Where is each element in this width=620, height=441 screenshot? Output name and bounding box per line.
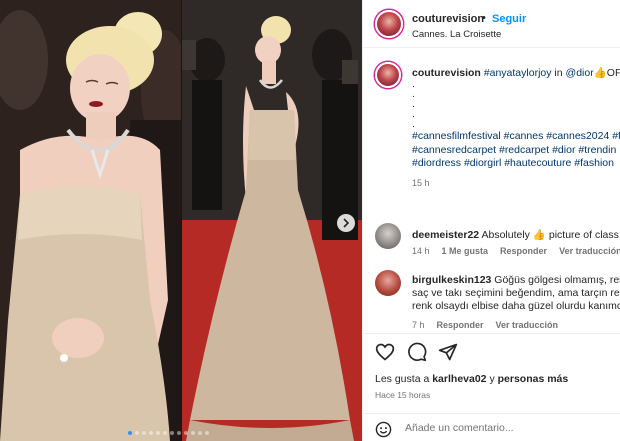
carousel-dot bbox=[170, 431, 174, 435]
caption-username[interactable]: couturevision bbox=[412, 67, 481, 79]
caption-first-line: couturevision #anyataylorjoy in @dior👍OF bbox=[412, 67, 620, 80]
carousel-dot bbox=[163, 431, 167, 435]
chevron-right-icon bbox=[343, 218, 350, 228]
caption-dot-line: . bbox=[412, 98, 415, 110]
author-username[interactable]: couturevision bbox=[412, 13, 484, 25]
comment-text: picture of class bbox=[548, 229, 619, 241]
photo-close-up bbox=[0, 0, 181, 441]
carousel-dot bbox=[191, 431, 195, 435]
carousel-dot bbox=[135, 431, 139, 435]
commenter-avatar[interactable] bbox=[375, 223, 401, 249]
post-location[interactable]: Cannes. La Croisette bbox=[412, 29, 501, 40]
comment-icon[interactable] bbox=[407, 342, 427, 362]
carousel-dot bbox=[142, 431, 146, 435]
next-photo-button[interactable] bbox=[337, 214, 355, 232]
caption-in-text: in bbox=[554, 67, 563, 79]
separator-dot: • bbox=[482, 12, 486, 24]
reply-button[interactable]: Responder bbox=[500, 246, 547, 256]
comment-username[interactable]: birgulkeskin123 bbox=[412, 274, 491, 286]
carousel-dot bbox=[184, 431, 188, 435]
comment-meta: 7 h Responder Ver traducción bbox=[412, 320, 558, 330]
likes-conj: y bbox=[489, 373, 495, 385]
post-actions: Les gusta a karlheva02 y personas más Ha… bbox=[363, 333, 620, 403]
likes-summary: Les gusta a karlheva02 y personas más bbox=[375, 373, 568, 385]
likes-prefix: Les gusta a bbox=[375, 373, 430, 385]
photo-full-length bbox=[182, 0, 362, 441]
comment-age: 7 h bbox=[412, 320, 425, 330]
others-link[interactable]: personas más bbox=[498, 373, 569, 385]
heart-icon[interactable] bbox=[375, 342, 395, 362]
comment-username[interactable]: deemeister22 bbox=[412, 229, 479, 241]
caption-dot-line: . bbox=[412, 118, 415, 130]
emoji-icon[interactable] bbox=[375, 421, 392, 438]
red-carpet-scene bbox=[182, 0, 362, 441]
carousel-dot bbox=[149, 431, 153, 435]
comments-section[interactable]: couturevision #anyataylorjoy in @dior👍OF… bbox=[363, 48, 620, 333]
carousel-dot bbox=[177, 431, 181, 435]
caption-trailing-text: OF bbox=[606, 67, 620, 79]
caption-mention[interactable]: #anyataylorjoy bbox=[484, 67, 552, 79]
comment-text: saç ve takı seçimini beğendim, ama tarçı… bbox=[412, 287, 620, 299]
close-up-scene bbox=[0, 0, 181, 441]
hashtags-line[interactable]: #cannesredcarpet #redcarpet #dior #trend… bbox=[412, 144, 620, 158]
comment-age: 14 h bbox=[412, 246, 430, 256]
liker-username[interactable]: karlheva02 bbox=[432, 373, 486, 385]
caption-dot-line: . bbox=[412, 78, 415, 90]
add-comment-bar bbox=[363, 413, 620, 441]
comment-likes[interactable]: 1 Me gusta bbox=[442, 246, 489, 256]
reply-button[interactable]: Responder bbox=[437, 320, 484, 330]
caption-hashtags: #cannesfilmfestival #cannes #cannes2024 … bbox=[412, 130, 620, 171]
post-time: Hace 15 horas bbox=[375, 390, 431, 400]
translate-button[interactable]: Ver traducción bbox=[559, 246, 620, 256]
post-media[interactable] bbox=[0, 0, 362, 441]
comment-input[interactable] bbox=[405, 419, 605, 437]
post-side-panel: couturevision • Seguir Cannes. La Croise… bbox=[362, 0, 620, 441]
comment-meta: 14 h 1 Me gusta Responder Ver traducción bbox=[412, 246, 620, 256]
comment-text: renk olsaydı elbise daha güzel olurdu ka… bbox=[412, 300, 620, 312]
caption-dot-line: . bbox=[412, 108, 415, 120]
hashtags-line[interactable]: #diordress #diorgirl #hautecouture #fash… bbox=[412, 157, 620, 171]
caption-brand-mention[interactable]: @dior bbox=[566, 67, 594, 79]
carousel-dot bbox=[198, 431, 202, 435]
caption-dot-line: . bbox=[412, 88, 415, 100]
comment-text: Göğüs gölgesi olmamış, ren bbox=[494, 274, 620, 286]
commenter-avatar[interactable] bbox=[375, 270, 401, 296]
carousel-dot bbox=[128, 431, 132, 435]
hashtags-line[interactable]: #cannesfilmfestival #cannes #cannes2024 … bbox=[412, 130, 620, 144]
post-header: couturevision • Seguir Cannes. La Croise… bbox=[363, 0, 620, 48]
thumbs-up-emoji: 👍 bbox=[593, 67, 607, 79]
caption-body: couturevision #anyataylorjoy in @dior👍OF… bbox=[412, 67, 620, 190]
send-icon[interactable] bbox=[438, 342, 458, 362]
carousel-dot bbox=[205, 431, 209, 435]
comment-body: birgulkeskin123 Göğüs gölgesi olmamış, r… bbox=[412, 274, 620, 313]
author-avatar[interactable] bbox=[375, 62, 401, 88]
caption-age: 15 h bbox=[412, 177, 430, 188]
author-avatar[interactable] bbox=[375, 10, 403, 38]
translate-button[interactable]: Ver traducción bbox=[496, 320, 559, 330]
carousel-dot bbox=[156, 431, 160, 435]
follow-button[interactable]: Seguir bbox=[492, 13, 526, 25]
thumbs-up-emoji: 👍 bbox=[532, 229, 546, 241]
comment-text: Absolutely bbox=[481, 229, 530, 241]
carousel-indicator bbox=[128, 431, 209, 435]
comment-body: deemeister22 Absolutely 👍 picture of cla… bbox=[412, 229, 620, 242]
